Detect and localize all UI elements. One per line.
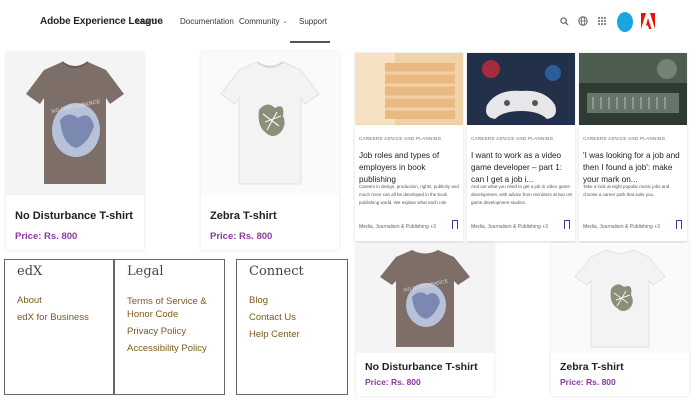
- article-meta: Media, Journalism & Publishing +3: [359, 224, 436, 230]
- bookmark-icon[interactable]: [452, 220, 458, 229]
- article-description: And out what you need to get a job in vi…: [471, 184, 573, 205]
- footer-heading: Legal: [127, 264, 164, 279]
- bookmark-icon[interactable]: [676, 220, 682, 229]
- chevron-down-icon: ⌄: [282, 19, 288, 25]
- footer-heading: edX: [17, 264, 43, 279]
- product-card[interactable]: Zebra T-shirt Price: Rs. 800: [551, 243, 689, 396]
- game-controller-image: [467, 53, 575, 125]
- product-image: [201, 52, 339, 195]
- tshirt-image: NO DISTURBANCE: [26, 61, 124, 184]
- article-description: Take a look at eight popular music jobs …: [583, 184, 670, 197]
- footer-link-contact-us[interactable]: Contact Us: [249, 312, 296, 323]
- article-card[interactable]: CAREERS ADVICE AND PLANNING I want to wo…: [467, 53, 577, 241]
- footer-link-terms[interactable]: Terms of Service & Honor Code: [127, 295, 222, 321]
- product-image: [551, 243, 689, 353]
- article-meta: Media, Journalism & Publishing +3: [583, 224, 660, 230]
- article-card[interactable]: CAREERS ADVICE AND PLANNING 'I was looki…: [579, 53, 689, 241]
- product-card[interactable]: Zebra T-shirt Price: Rs. 800: [201, 52, 339, 250]
- footer-link-help-center[interactable]: Help Center: [249, 329, 300, 340]
- music-studio-image: [579, 53, 687, 125]
- product-price: Price: Rs. 800: [15, 231, 78, 242]
- tshirt-image: NO DISTURBANCE: [380, 250, 470, 347]
- footer-heading: Connect: [249, 264, 304, 279]
- search-icon[interactable]: [560, 17, 569, 26]
- chevron-down-icon: ⌄: [159, 19, 165, 25]
- avatar[interactable]: [617, 12, 633, 32]
- adobe-logo-icon[interactable]: [641, 13, 655, 29]
- article-title[interactable]: Job roles and types of employers in book…: [359, 150, 461, 186]
- product-name: No Disturbance T-shirt: [365, 361, 478, 373]
- article-title[interactable]: I want to work as a video game developer…: [471, 150, 573, 186]
- page: Adobe Experience League Learn ⌄ Document…: [0, 0, 700, 400]
- apps-grid-icon[interactable]: [598, 17, 607, 26]
- product-price: Price: Rs. 800: [560, 377, 616, 387]
- product-name: Zebra T-shirt: [560, 361, 624, 373]
- product-card[interactable]: NO DISTURBANCE No Disturbance T-shirt Pr…: [6, 52, 144, 250]
- product-card[interactable]: NO DISTURBANCE No Disturbance T-shirt Pr…: [356, 243, 494, 396]
- product-name: Zebra T-shirt: [210, 210, 277, 222]
- tshirt-image: [574, 249, 666, 348]
- article-category: CAREERS ADVICE AND PLANNING: [583, 136, 666, 141]
- article-title[interactable]: 'I was looking for a job and then I foun…: [583, 150, 685, 186]
- nav-support-label: Support: [299, 17, 328, 26]
- article-image: [579, 53, 687, 125]
- globe-icon[interactable]: [578, 16, 588, 26]
- footer-link-accessibility-policy[interactable]: Accessibility Policy: [127, 343, 207, 354]
- top-navigation: Adobe Experience League Learn ⌄ Document…: [0, 0, 700, 44]
- nav-learn[interactable]: Learn ⌄: [136, 17, 165, 26]
- article-image: [467, 53, 575, 125]
- article-category: CAREERS ADVICE AND PLANNING: [359, 136, 442, 141]
- product-price: Price: Rs. 800: [210, 231, 273, 242]
- nav-community-label: Community: [239, 17, 280, 26]
- article-image: [355, 53, 463, 125]
- nav-documentation-label: Documentation: [180, 17, 234, 26]
- nav-community[interactable]: Community ⌄: [239, 17, 287, 26]
- bookmark-icon[interactable]: [564, 220, 570, 229]
- product-name: No Disturbance T-shirt: [15, 210, 133, 222]
- article-meta: Media, Journalism & Publishing +3: [471, 224, 548, 230]
- footer-link-edx-for-business[interactable]: edX for Business: [17, 312, 89, 323]
- product-image: NO DISTURBANCE: [6, 52, 144, 195]
- nav-learn-label: Learn: [136, 17, 157, 26]
- article-category: CAREERS ADVICE AND PLANNING: [471, 136, 554, 141]
- footer-link-privacy-policy[interactable]: Privacy Policy: [127, 326, 186, 337]
- article-card[interactable]: CAREERS ADVICE AND PLANNING Job roles an…: [355, 53, 465, 241]
- footer-column-edx: edX About edX for Business: [4, 259, 114, 395]
- tshirt-image: [220, 61, 320, 185]
- product-price: Price: Rs. 800: [365, 377, 421, 387]
- footer-link-about[interactable]: About: [17, 295, 42, 306]
- active-tab-indicator: [290, 41, 330, 43]
- article-description: Careers in design, production, rights, p…: [359, 184, 459, 205]
- footer-column-connect: Connect Blog Contact Us Help Center: [236, 259, 348, 395]
- nav-support[interactable]: Support: [299, 17, 327, 26]
- product-image: NO DISTURBANCE: [356, 243, 494, 353]
- nav-documentation[interactable]: Documentation: [180, 17, 234, 26]
- footer-link-blog[interactable]: Blog: [249, 295, 268, 306]
- books-image: [355, 53, 463, 125]
- footer-column-legal: Legal Terms of Service & Honor Code Priv…: [114, 259, 225, 395]
